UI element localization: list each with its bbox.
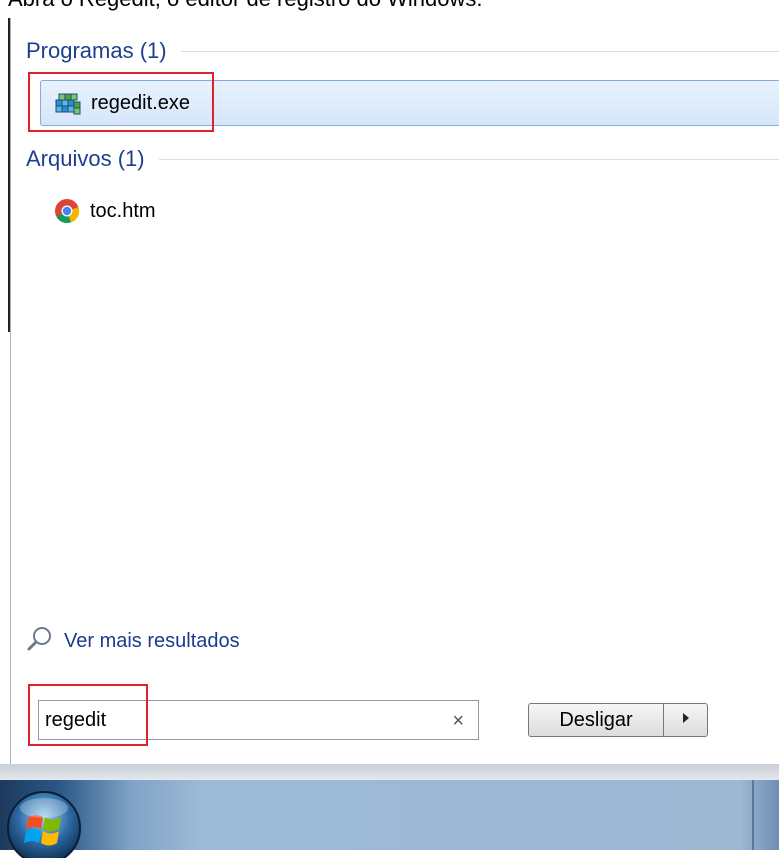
taskbar — [0, 780, 779, 850]
shutdown-split-button: Desligar — [528, 703, 709, 737]
taskbar-separator — [752, 780, 754, 850]
shutdown-options-button[interactable] — [664, 703, 708, 737]
result-item-regedit[interactable]: regedit.exe — [40, 80, 779, 126]
section-divider — [158, 158, 779, 160]
regedit-icon — [51, 87, 85, 119]
chrome-icon — [50, 195, 84, 227]
search-icon — [26, 625, 54, 658]
section-header-programs: Programas (1) — [26, 36, 779, 66]
result-item-label: regedit.exe — [91, 91, 190, 114]
section-header-label: Programas (1) — [26, 38, 167, 63]
windows-start-orb-icon[interactable] — [6, 788, 88, 863]
section-header-label: Arquivos (1) — [26, 146, 145, 171]
see-more-results-link[interactable]: Ver mais resultados — [26, 624, 240, 658]
close-icon[interactable]: × — [452, 710, 464, 733]
instruction-caption: Abra o Regedit, o editor de registro do … — [8, 0, 482, 16]
search-box: × — [38, 700, 479, 740]
section-header-files: Arquivos (1) — [26, 144, 779, 174]
section-divider — [180, 50, 779, 52]
see-more-results-label: Ver mais resultados — [64, 629, 240, 652]
start-menu-bottom-edge — [0, 764, 779, 780]
result-item-label: toc.htm — [90, 199, 156, 222]
result-item-toc[interactable]: toc.htm — [40, 188, 779, 234]
shutdown-button[interactable]: Desligar — [528, 703, 664, 737]
arrow-right-icon — [681, 711, 691, 729]
search-input[interactable] — [45, 708, 435, 732]
